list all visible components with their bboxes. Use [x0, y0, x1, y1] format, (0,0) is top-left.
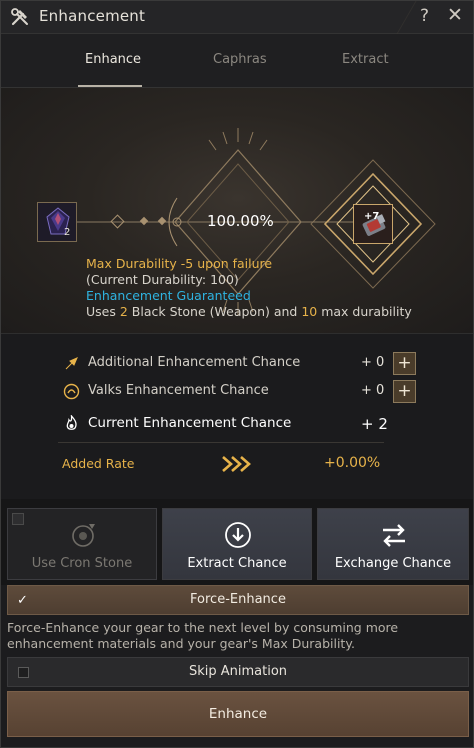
tab-enhance[interactable]: Enhance [85, 52, 141, 67]
cron-stone-label: Use Cron Stone [31, 556, 133, 571]
usage-mid: Black Stone (Weapon) and [127, 304, 302, 319]
enhancement-window: Enhancement ? ✕ Enhance Caphras Extract [0, 0, 474, 748]
skip-animation-label: Skip Animation [188, 664, 288, 679]
material-usage-text: Uses 2 Black Stone (Weapon) and 10 max d… [86, 304, 412, 320]
title-ornament [357, 1, 417, 34]
exchange-chance-label: Exchange Chance [334, 556, 452, 571]
use-cron-stone-button[interactable]: Use Cron Stone [7, 508, 157, 580]
success-rate: 100.00% [207, 212, 274, 230]
guaranteed-text: Enhancement Guaranteed [86, 288, 251, 303]
help-button[interactable]: ? [420, 6, 429, 26]
stone-count: 2 [119, 304, 128, 319]
cron-stone-checkbox[interactable] [12, 513, 24, 525]
tab-bar: Enhance Caphras Extract [1, 34, 473, 88]
additional-chance-row: Additional Enhancement Chance + 0 + [1, 352, 473, 376]
flame-icon [66, 415, 77, 430]
hammer-wrench-icon [11, 8, 28, 26]
chevron-right-icon [222, 456, 251, 472]
force-enhance-description: Force-Enhance your gear to the next leve… [7, 620, 399, 651]
enhance-level-badge: +7 [364, 211, 380, 222]
additional-chance-value: + 0 [361, 355, 385, 370]
stats-divider [58, 442, 384, 443]
tab-caphras[interactable]: Caphras [213, 52, 267, 67]
enhance-button-label: Enhance [208, 706, 268, 722]
added-rate-label: Added Rate [62, 456, 135, 471]
valks-chance-value: + 0 [361, 383, 385, 398]
current-chance-label: Current Enhancement Chance [88, 415, 292, 431]
target-item-slot[interactable]: +7 [353, 204, 393, 244]
exchange-chance-button[interactable]: Exchange Chance [317, 508, 469, 580]
valks-chance-row: Valks Enhancement Chance + 0 + [1, 380, 473, 404]
enhance-button[interactable]: Enhance [7, 691, 469, 737]
material-count: 2 [64, 227, 71, 238]
durability-cost: 10 [301, 304, 318, 319]
usage-suffix: max durability [317, 304, 412, 319]
skip-animation-toggle[interactable]: Skip Animation [7, 657, 469, 687]
valks-chance-label: Valks Enhancement Chance [88, 383, 269, 398]
window-title: Enhancement [39, 7, 146, 25]
enhancement-panel: 2 100.00% +7 Max Durability -5 upon fail… [1, 88, 473, 333]
additional-chance-label: Additional Enhancement Chance [88, 355, 301, 370]
durability-penalty-text: Max Durability -5 upon failure [86, 256, 273, 271]
added-rate-row: Added Rate +0.00% [1, 452, 473, 476]
force-enhance-toggle[interactable]: ✓ Force-Enhance [7, 585, 469, 615]
swap-arrows-icon [383, 524, 405, 547]
usage-prefix: Uses [86, 304, 120, 319]
force-enhance-label: Force-Enhance [190, 592, 286, 607]
extract-chance-button[interactable]: Extract Chance [162, 508, 312, 580]
add-additional-chance-button[interactable]: + [393, 352, 416, 375]
tab-extract[interactable]: Extract [342, 52, 389, 67]
enhancement-info: Max Durability -5 upon failure (Current … [86, 256, 412, 320]
action-buttons: Use Cron Stone Extract Chance Exchange C… [1, 499, 473, 585]
current-chance-value: + 2 [361, 415, 388, 433]
enhancement-stats: Additional Enhancement Chance + 0 + Valk… [1, 333, 473, 499]
add-valks-chance-button[interactable]: + [393, 380, 416, 403]
download-arrow-icon [225, 522, 251, 548]
close-button[interactable]: ✕ [447, 4, 463, 26]
added-rate-value: +0.00% [324, 455, 381, 471]
current-durability-text: (Current Durability: 100) [86, 272, 239, 287]
arrow-up-icon [65, 357, 78, 370]
extract-chance-label: Extract Chance [187, 556, 287, 571]
valks-icon [63, 383, 80, 400]
title-bar[interactable]: Enhancement ? ✕ [1, 1, 473, 34]
current-chance-row: Current Enhancement Chance + 2 [1, 412, 473, 436]
material-slot[interactable]: 2 [37, 202, 77, 242]
cron-stone-icon [72, 524, 95, 547]
